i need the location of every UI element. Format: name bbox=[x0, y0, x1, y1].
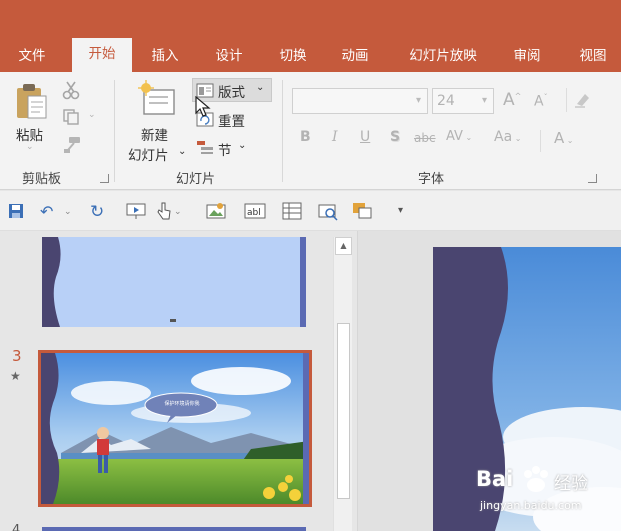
table-icon[interactable] bbox=[282, 202, 302, 224]
tab-view[interactable]: 视图 bbox=[570, 44, 616, 72]
quick-access-toolbar: ↶ ⌄ ↻ ⌄ abl ▾ bbox=[0, 191, 621, 231]
undo-dropdown-icon[interactable]: ⌄ bbox=[64, 207, 72, 217]
ribbon-home: 粘贴 ⌄ ⌄ 剪贴板 新建 幻灯片 ⌄ 版式 ⌄ 重置 节 ⌄ 幻灯片 ▾ 24… bbox=[0, 72, 621, 190]
touch-dropdown-icon[interactable]: ⌄ bbox=[174, 207, 182, 217]
reset-button[interactable]: 重置 bbox=[218, 110, 245, 130]
font-dialog-launcher-icon[interactable] bbox=[588, 174, 597, 183]
change-case-button[interactable]: Aa ⌄ bbox=[494, 129, 521, 145]
title-tab-bar: 文件 开始 插入 设计 切换 动画 幻灯片放映 审阅 视图 bbox=[0, 0, 621, 72]
insert-picture-icon[interactable] bbox=[206, 202, 228, 223]
mouse-cursor-icon bbox=[195, 95, 211, 122]
clear-formatting-icon[interactable] bbox=[572, 90, 592, 114]
customize-qat-icon[interactable]: ▾ bbox=[398, 205, 403, 216]
strikethrough-button[interactable]: abc bbox=[414, 131, 436, 145]
format-painter-icon[interactable] bbox=[62, 136, 82, 158]
group-divider bbox=[114, 80, 115, 182]
underline-button[interactable]: U bbox=[360, 129, 370, 145]
watermark-url: jingyan.baidu.com bbox=[480, 499, 582, 512]
slide-2-decoration bbox=[42, 237, 306, 327]
grow-font-icon[interactable]: A^ bbox=[503, 90, 521, 110]
new-slide-button[interactable] bbox=[138, 80, 176, 118]
slides-group-label: 幻灯片 bbox=[176, 172, 216, 187]
font-size-combo[interactable]: 24 ▾ bbox=[432, 88, 494, 114]
powerpoint-window: 文件 开始 插入 设计 切换 动画 幻灯片放映 审阅 视图 粘贴 ⌄ ⌄ 剪贴板… bbox=[0, 0, 621, 531]
paste-dropdown-icon[interactable]: ⌄ bbox=[26, 142, 34, 152]
divider bbox=[540, 130, 541, 152]
slide-3-image bbox=[41, 353, 309, 504]
slide-4-number: 4 bbox=[12, 523, 21, 531]
clipboard-dialog-launcher-icon[interactable] bbox=[100, 174, 109, 183]
find-icon[interactable] bbox=[318, 203, 338, 225]
layout-dropdown-icon[interactable]: ⌄ bbox=[256, 82, 264, 93]
section-icon bbox=[196, 140, 214, 159]
svg-text:abl: abl bbox=[247, 208, 261, 218]
thumbnail-scrollbar[interactable]: ▲ bbox=[333, 237, 352, 531]
slide-thumbnail-3[interactable]: 保护环境请你我 bbox=[38, 350, 312, 507]
watermark-brand-2: 经验 bbox=[554, 474, 588, 494]
font-size-dropdown-icon[interactable]: ▾ bbox=[482, 95, 487, 106]
new-slide-icon bbox=[138, 80, 175, 115]
font-name-dropdown-icon[interactable]: ▾ bbox=[416, 95, 421, 106]
character-spacing-button[interactable]: AV ⌄ bbox=[446, 129, 472, 144]
paste-icon bbox=[17, 84, 47, 119]
tab-file[interactable]: 文件 bbox=[4, 44, 60, 72]
section-button[interactable]: 节 bbox=[218, 139, 232, 159]
section-dropdown-icon[interactable]: ⌄ bbox=[238, 140, 246, 151]
save-icon[interactable] bbox=[8, 203, 24, 223]
group-divider bbox=[282, 80, 283, 182]
new-slide-label-1[interactable]: 新建 bbox=[141, 124, 168, 144]
clipboard-group-label: 剪贴板 bbox=[22, 172, 62, 187]
bold-button[interactable]: B bbox=[300, 129, 311, 145]
watermark-brand: Bai bbox=[476, 467, 514, 491]
touch-mode-icon[interactable] bbox=[156, 201, 172, 225]
tab-home[interactable]: 开始 bbox=[72, 38, 132, 72]
font-size-value: 24 bbox=[437, 93, 455, 109]
slide-3-number: 3 bbox=[12, 347, 22, 365]
text-box-icon[interactable]: abl bbox=[244, 203, 266, 223]
copy-icon[interactable] bbox=[62, 108, 80, 130]
slide-editor: Bai 经验 jingyan.baidu.com bbox=[357, 231, 621, 531]
font-name-combo[interactable]: ▾ bbox=[292, 88, 428, 114]
font-group-label: 字体 bbox=[418, 172, 445, 187]
font-color-button[interactable]: A ⌄ bbox=[554, 129, 574, 147]
tab-transitions[interactable]: 切换 bbox=[268, 44, 318, 72]
tab-design[interactable]: 设计 bbox=[204, 44, 254, 72]
baidu-paw-icon bbox=[524, 466, 548, 492]
new-slide-label-2[interactable]: 幻灯片 bbox=[128, 144, 169, 164]
arrange-icon[interactable] bbox=[352, 202, 374, 224]
slide-3-animation-star-icon: ★ bbox=[10, 369, 21, 383]
start-from-beginning-icon[interactable] bbox=[126, 203, 146, 224]
tab-review[interactable]: 审阅 bbox=[502, 44, 552, 72]
slide-thumbnail-pane: 3 ★ 保护环境请你我 4 bbox=[0, 231, 357, 531]
italic-button[interactable]: I bbox=[332, 129, 338, 145]
layout-label[interactable]: 版式 bbox=[218, 81, 245, 101]
paste-label[interactable]: 粘贴 bbox=[16, 124, 43, 144]
baidu-watermark: Bai 经验 jingyan.baidu.com bbox=[476, 466, 616, 527]
tab-insert[interactable]: 插入 bbox=[140, 44, 190, 72]
new-slide-dropdown-icon[interactable]: ⌄ bbox=[178, 146, 186, 157]
text-shadow-button[interactable]: S bbox=[390, 129, 400, 145]
scroll-up-arrow-icon[interactable]: ▲ bbox=[335, 237, 352, 255]
redo-icon[interactable]: ↻ bbox=[90, 202, 104, 222]
copy-dropdown-icon[interactable]: ⌄ bbox=[88, 110, 96, 120]
slide-thumbnail-4[interactable] bbox=[42, 527, 306, 531]
tab-animations[interactable]: 动画 bbox=[330, 44, 380, 72]
slide-3-bubble-text: 保护环境请你我 bbox=[164, 401, 200, 407]
scroll-thumb[interactable] bbox=[337, 323, 350, 499]
cut-icon[interactable] bbox=[62, 80, 80, 104]
tab-slideshow[interactable]: 幻灯片放映 bbox=[400, 44, 486, 72]
slide-thumbnail-2[interactable] bbox=[42, 237, 306, 327]
shrink-font-icon[interactable]: Aˇ bbox=[534, 93, 548, 110]
divider bbox=[566, 88, 567, 112]
undo-icon[interactable]: ↶ bbox=[40, 202, 53, 221]
paste-button[interactable] bbox=[14, 82, 50, 122]
